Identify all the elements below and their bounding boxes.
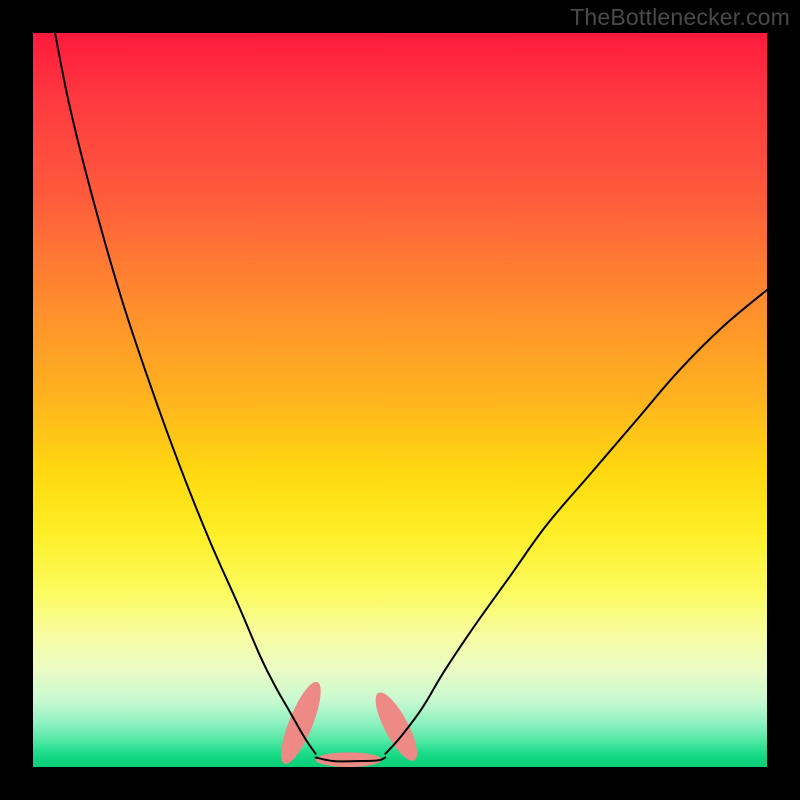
left-blob — [274, 678, 329, 768]
right-blob — [368, 687, 425, 765]
chart-frame: TheBottlenecker.com — [0, 0, 800, 800]
curve-layer — [33, 33, 767, 767]
curve-left — [55, 33, 316, 754]
watermark-text: TheBottlenecker.com — [570, 4, 790, 31]
curve-right — [385, 290, 767, 754]
plot-area — [33, 33, 767, 767]
